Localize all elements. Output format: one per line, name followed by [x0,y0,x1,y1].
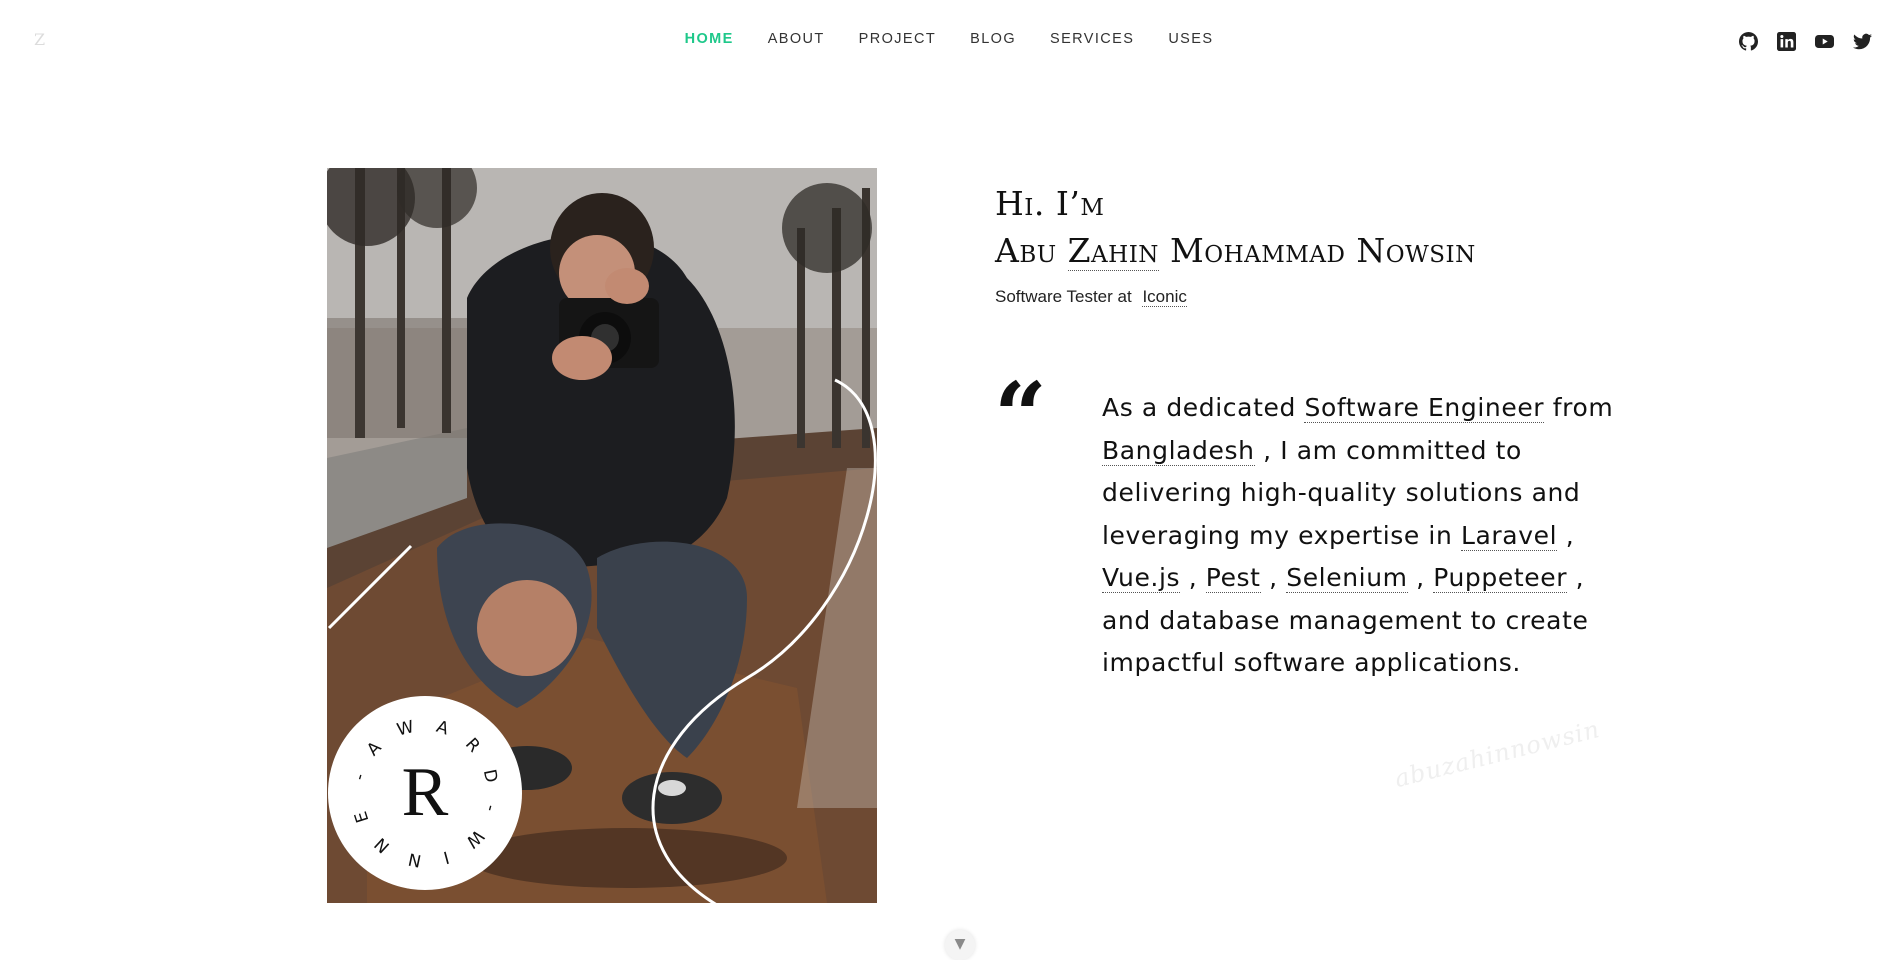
main-menu: HOME ABOUT PROJECT BLOG SERVICES USES [0,31,1904,47]
role-line: Software Tester at Iconic [995,287,1187,307]
badge-letter: R [401,754,449,831]
link-bangladesh[interactable]: Bangladesh [1102,435,1255,466]
scroll-down-button[interactable]: ▼ [945,930,975,960]
bio-text: , [1260,563,1287,592]
link-vuejs[interactable]: Vue.js [1102,563,1181,593]
signature: abuzahinnowsin [1391,714,1603,794]
nav-blog[interactable]: BLOG [970,31,1016,47]
hero-heading: Hi. I’m Abu Zahin Mohammad Nowsin [995,180,1476,274]
link-software-engineer[interactable]: Software Engineer [1304,393,1545,423]
nav-home[interactable]: HOME [685,31,734,47]
award-badge: - A W A R D - W I N N E R R [328,696,522,890]
link-pest[interactable]: Pest [1205,563,1261,593]
link-puppeteer[interactable]: Puppeteer [1433,563,1568,593]
company-link[interactable]: Iconic [1142,287,1187,307]
bio-text: , [1180,563,1206,592]
nav-project[interactable]: PROJECT [859,31,936,47]
twitter-icon[interactable] [1853,32,1872,51]
nav-about[interactable]: ABOUT [768,31,825,47]
role-text: Software Tester at [995,287,1132,306]
top-navigation: Z HOME ABOUT PROJECT BLOG SERVICES USES [0,0,1904,82]
chevron-down-icon: ▼ [954,936,966,952]
link-selenium[interactable]: Selenium [1286,563,1408,593]
bio-text: , [1557,520,1575,550]
bio-text: , [1407,563,1434,592]
nav-uses[interactable]: USES [1168,31,1213,47]
name-first: Abu [995,231,1057,270]
greeting-line: Hi. I’m [995,184,1105,223]
quote-mark-icon: “ [994,362,1047,470]
social-links [1739,32,1872,51]
name-rest: Mohammad Nowsin [1169,231,1476,270]
bio-paragraph: As a dedicated Software Engineer from Ba… [1102,387,1622,685]
linkedin-icon[interactable] [1777,32,1796,51]
bio-text: from [1544,393,1614,422]
name-line: Abu Zahin Mohammad Nowsin [995,227,1476,274]
github-icon[interactable] [1739,32,1758,51]
nav-services[interactable]: SERVICES [1050,31,1134,47]
youtube-icon[interactable] [1815,32,1834,51]
bio-text: As a dedicated [1102,393,1305,422]
name-underlined[interactable]: Zahin [1067,231,1159,271]
link-laravel[interactable]: Laravel [1460,520,1558,551]
